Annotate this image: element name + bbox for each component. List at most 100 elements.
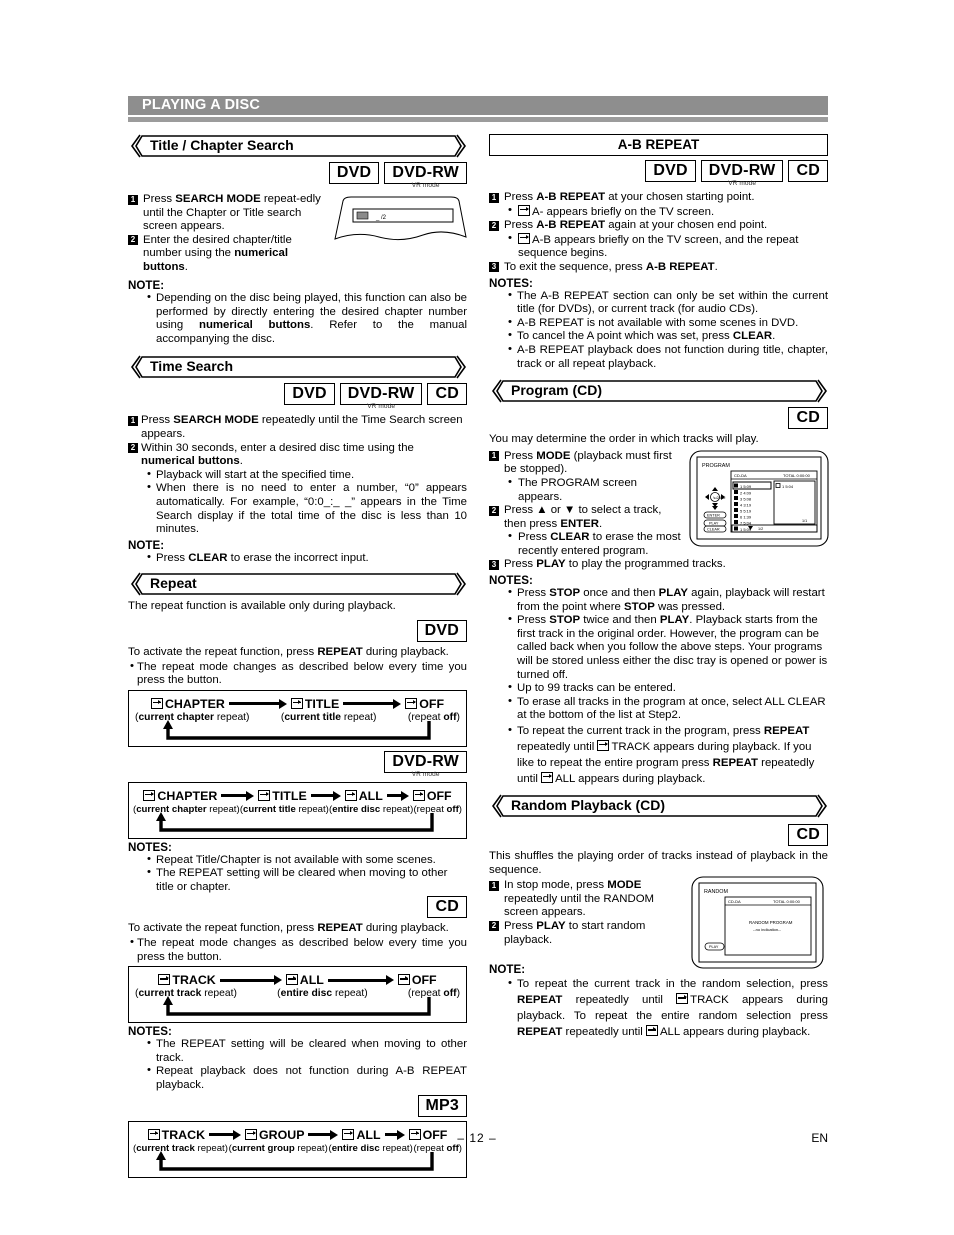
badge-mp3: MP3: [417, 1094, 467, 1117]
flow-node: OFF: [397, 973, 437, 987]
bullet-item: Playback will start at the specified tim…: [145, 468, 467, 483]
flow-loopback-arrow: [156, 811, 434, 832]
text: To activate the repeat function, press: [128, 922, 318, 935]
repeat-icon: [143, 789, 156, 801]
heading-repeat: Repeat: [128, 572, 467, 596]
osd-btn-enter: ENTER: [707, 513, 720, 517]
badge-label: CD: [427, 383, 467, 406]
repeat-icon: [676, 993, 689, 1005]
step-3: 3 Press PLAY to play the programmed track…: [489, 558, 828, 572]
badge-sublabel: VR mode: [367, 403, 396, 411]
heading-label: Random Playback (CD): [511, 797, 666, 813]
step-text: Within 30 seconds, enter a desired disc …: [141, 441, 414, 454]
flow-arrow-icon: [327, 975, 394, 986]
badge-cd: CD: [788, 407, 828, 430]
badges-time-search: DVD DVD-RW VR mode CD: [128, 383, 467, 410]
random-screen-shape: RANDOM CD-DA TOTAL 0:00:00 RANDOM PROGRA…: [691, 876, 824, 969]
text-cont: during playback.: [362, 922, 449, 935]
note-item: Depending on the disc being played, this…: [145, 291, 467, 346]
heading-ab-repeat: A-B REPEAT: [489, 134, 828, 156]
badge-label: DVD-RW: [384, 162, 467, 184]
note-text: To cancel the A point which was set, pre…: [517, 330, 733, 343]
step-1: 1 Press SEARCH MODE repeat-edly until the…: [128, 193, 324, 234]
badges-repeat-mp3: MP3: [128, 1094, 467, 1117]
step-2: 2 Within 30 seconds, enter a desired disc…: [128, 442, 467, 469]
osd-disc: CD-DA: [728, 899, 741, 904]
osd-total: TOTAL 0:00:00: [773, 899, 801, 904]
step-keyword: numerical buttons: [141, 455, 240, 468]
osd-track: 1 5:09: [740, 484, 752, 489]
heading-label: Title / Chapter Search: [150, 137, 294, 153]
osd-line1: RANDOM PROGRAM: [749, 920, 793, 925]
badge-dvd: DVD: [645, 160, 696, 182]
notes-list: The REPEAT setting will be cleared when …: [145, 1037, 467, 1092]
step-text-cont: .: [598, 517, 603, 530]
badges-program: CD: [489, 407, 828, 430]
badge-dvd: DVD: [416, 619, 467, 642]
badges-repeat-cd: CD: [128, 896, 467, 919]
right-column: A-B REPEAT DVD DVD-RW VR mode CD 1 Press …: [489, 134, 829, 1178]
heading-time-search: Time Search: [128, 355, 467, 379]
step-text-cont: .: [714, 260, 718, 273]
step-number: 3: [489, 559, 499, 570]
step-2: 2 Press ▲ or ▼ to select a track, then pr…: [489, 504, 684, 531]
note-item: To cancel the A point which was set, pre…: [506, 329, 828, 344]
step-text: Press: [504, 558, 537, 571]
step-3: 3 To exit the sequence, press A-B REPEAT.: [489, 261, 828, 275]
note-label: NOTE:: [128, 538, 165, 552]
note-keyword: numerical buttons: [198, 319, 311, 332]
heading-label: Time Search: [150, 358, 234, 375]
note-item: Repeat Title/Chapter is not available wi…: [145, 853, 467, 868]
note-item: To repeat the current track in the rando…: [506, 975, 828, 1040]
step-1: 1 Press SEARCH MODE repeatedly until the …: [128, 414, 467, 441]
random-intro: This shuffles the playing order of track…: [489, 850, 828, 876]
note-keyword: CLEAR: [188, 551, 228, 564]
step-text-cont: .: [239, 455, 243, 468]
step-number: 1: [489, 880, 499, 891]
step-number: 2: [128, 235, 138, 246]
step-1: 1 In stop mode, press MODE repeatedly unt…: [489, 879, 679, 920]
bullet-text: A- appears briefly on the TV screen.: [532, 205, 715, 218]
repeat-cd-line2: The repeat mode changes as described bel…: [128, 936, 467, 964]
step-2: 2 Enter the desired chapter/title number …: [128, 234, 324, 275]
badge-dvd-rw: DVD-RW VR mode: [384, 162, 467, 189]
step-1-bullet: A- appears briefly on the TV screen.: [506, 204, 828, 220]
step-2-bullet: A-B appears briefly on the TV screen, an…: [506, 232, 828, 261]
note-item: To erase all tracks in the program at on…: [506, 695, 828, 723]
note-keyword: CLEAR: [732, 330, 773, 343]
badge-label: CD: [427, 896, 467, 919]
step-1: 1 Press MODE (playback must first be stop…: [489, 450, 684, 477]
badge-label: DVD-RW: [700, 160, 784, 182]
note-list: To repeat the current track in the rando…: [506, 975, 828, 1040]
repeat-flow-mp3: TRACK GROUP ALL OFF (current track repea…: [128, 1120, 467, 1178]
badge-cd: CD: [427, 896, 467, 919]
repeat-icon: [285, 974, 298, 986]
section-banner: PLAYING A DISC: [128, 96, 828, 115]
step-2-bullet: Press CLEAR to erase the most recently e…: [506, 530, 684, 558]
badge-label: MP3: [417, 1094, 467, 1117]
flow-nodes: CHAPTER TITLE OFF: [133, 697, 462, 711]
osd-disc: CD-DA: [734, 473, 747, 478]
step-keyword: SEARCH MODE: [175, 193, 261, 205]
flow-arrow-icon: [310, 790, 341, 801]
repeat-dvd-line2: The repeat mode changes as described bel…: [128, 659, 467, 688]
flow-node: CHAPTER: [143, 789, 217, 803]
badge-dvd: DVD: [284, 383, 335, 406]
flow-arrow-icon: [221, 790, 255, 801]
step-text-cont: repeatedly until the RANDOM screen appea…: [504, 892, 655, 919]
flow-node-label: CHAPTER: [164, 696, 225, 711]
step-keyword: MODE: [536, 449, 571, 462]
step-keyword: A-B REPEAT: [536, 191, 606, 203]
step-2: 2 Press A-B REPEAT again at your chosen e…: [489, 219, 828, 233]
step-keyword: SEARCH MODE: [173, 414, 259, 427]
flow-nodes: CHAPTER TITLE ALL OFF: [131, 789, 464, 803]
notes-label: NOTES:: [489, 574, 533, 588]
text-cont: during playback.: [362, 645, 449, 658]
flow-node: OFF: [405, 697, 444, 711]
note-item: Up to 99 tracks can be entered.: [506, 681, 828, 696]
notes-list: The A-B REPEAT section can only be set w…: [506, 289, 828, 372]
repeat-icon: [344, 789, 357, 801]
flow-loopback-arrow: [163, 719, 431, 740]
step-keyword: A-B REPEAT: [645, 260, 715, 273]
step-number: 2: [489, 220, 499, 231]
